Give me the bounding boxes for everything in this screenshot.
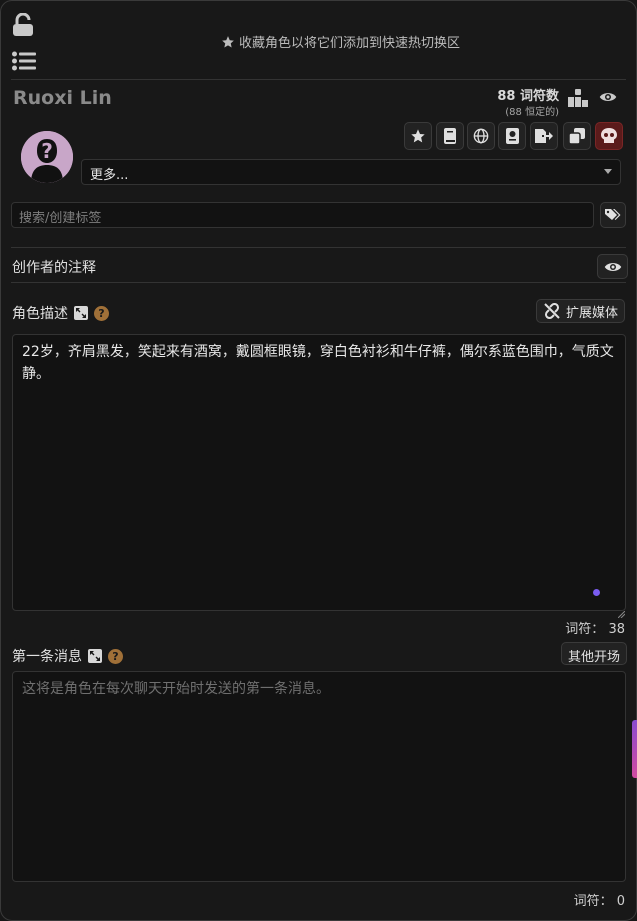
eye-icon[interactable] — [599, 89, 617, 109]
token-value: 0 — [616, 894, 625, 909]
world-info-button[interactable] — [467, 122, 495, 150]
character-editor-panel: 收藏角色以将它们添加到快速热切换区 Ruoxi Lin 88 词符数 (88 恒… — [0, 0, 637, 921]
favorite-hint-text: 收藏角色以将它们添加到快速热切换区 — [239, 36, 461, 51]
first-message-token-count: 词符： 0 — [574, 890, 625, 909]
avatar[interactable]: ? — [21, 131, 73, 183]
svg-text:?: ? — [41, 139, 53, 163]
token-label: 词符： — [573, 894, 613, 909]
character-name: Ruoxi Lin — [13, 87, 112, 109]
expand-editor-icon[interactable] — [88, 649, 102, 663]
more-options-select[interactable]: 更多... — [81, 159, 621, 185]
token-counter: 88 词符数 (88 恒定的) — [471, 85, 559, 118]
unlink-icon — [544, 303, 560, 319]
description-header: 角色描述 ? — [12, 303, 109, 323]
skull-icon — [601, 128, 617, 143]
chevron-down-icon — [604, 169, 612, 174]
delete-button[interactable] — [595, 122, 623, 150]
star-icon — [222, 35, 234, 48]
duplicate-button[interactable] — [563, 122, 591, 150]
creator-notes-label[interactable]: 创作者的注释 — [12, 257, 96, 277]
tag-search-input[interactable]: 搜索/创建标签 — [11, 202, 594, 228]
first-message-textarea[interactable]: 这将是角色在每次聊天开始时发送的第一条消息。 — [12, 671, 626, 882]
expand-editor-icon[interactable] — [74, 306, 88, 320]
divider — [11, 247, 626, 248]
help-icon[interactable]: ? — [94, 305, 109, 321]
status-dot — [593, 589, 600, 596]
export-button[interactable] — [530, 122, 558, 150]
divider — [11, 282, 626, 283]
ranking-icon[interactable] — [568, 89, 588, 111]
lorebook-button[interactable] — [436, 122, 464, 150]
token-label: 词符： — [565, 622, 605, 637]
persona-button[interactable] — [498, 122, 526, 150]
divider — [11, 79, 626, 80]
tags-button[interactable] — [600, 202, 626, 228]
creator-notes-toggle[interactable] — [597, 254, 628, 279]
token-value: 38 — [608, 622, 625, 637]
description-token-count: 词符： 38 — [565, 618, 625, 637]
unlock-icon[interactable] — [12, 12, 34, 41]
more-options-value: 更多... — [90, 168, 129, 183]
alternate-greetings-button[interactable]: 其他开场 — [561, 642, 628, 665]
eye-icon — [604, 262, 621, 271]
help-icon[interactable]: ? — [108, 648, 123, 664]
description-textarea[interactable]: 22岁，齐肩黑发，笑起来有酒窝，戴圆框眼镜，穿白色衬衫和牛仔裤，偶尔系蓝色围巾，… — [12, 334, 626, 611]
first-message-label: 第一条消息 — [12, 649, 82, 665]
duplicate-icon — [569, 128, 585, 144]
token-count-main: 88 词符数 — [497, 89, 559, 104]
description-label: 角色描述 — [12, 306, 68, 322]
extended-media-button[interactable]: 扩展媒体 — [536, 299, 626, 323]
book-icon — [444, 128, 456, 144]
list-icon[interactable] — [12, 51, 36, 75]
passport-icon — [505, 128, 519, 144]
tags-icon — [605, 209, 621, 220]
globe-icon — [473, 128, 489, 144]
side-drawer-tab[interactable] — [632, 720, 637, 778]
first-message-header: 第一条消息 ? — [12, 646, 123, 666]
favorite-button[interactable] — [404, 122, 432, 150]
token-count-permanent: (88 恒定的) — [505, 107, 559, 118]
star-icon — [411, 129, 425, 143]
export-icon — [535, 129, 553, 143]
favorite-hint: 收藏角色以将它们添加到快速热切换区 — [221, 32, 460, 51]
extended-media-label: 扩展媒体 — [566, 305, 619, 321]
